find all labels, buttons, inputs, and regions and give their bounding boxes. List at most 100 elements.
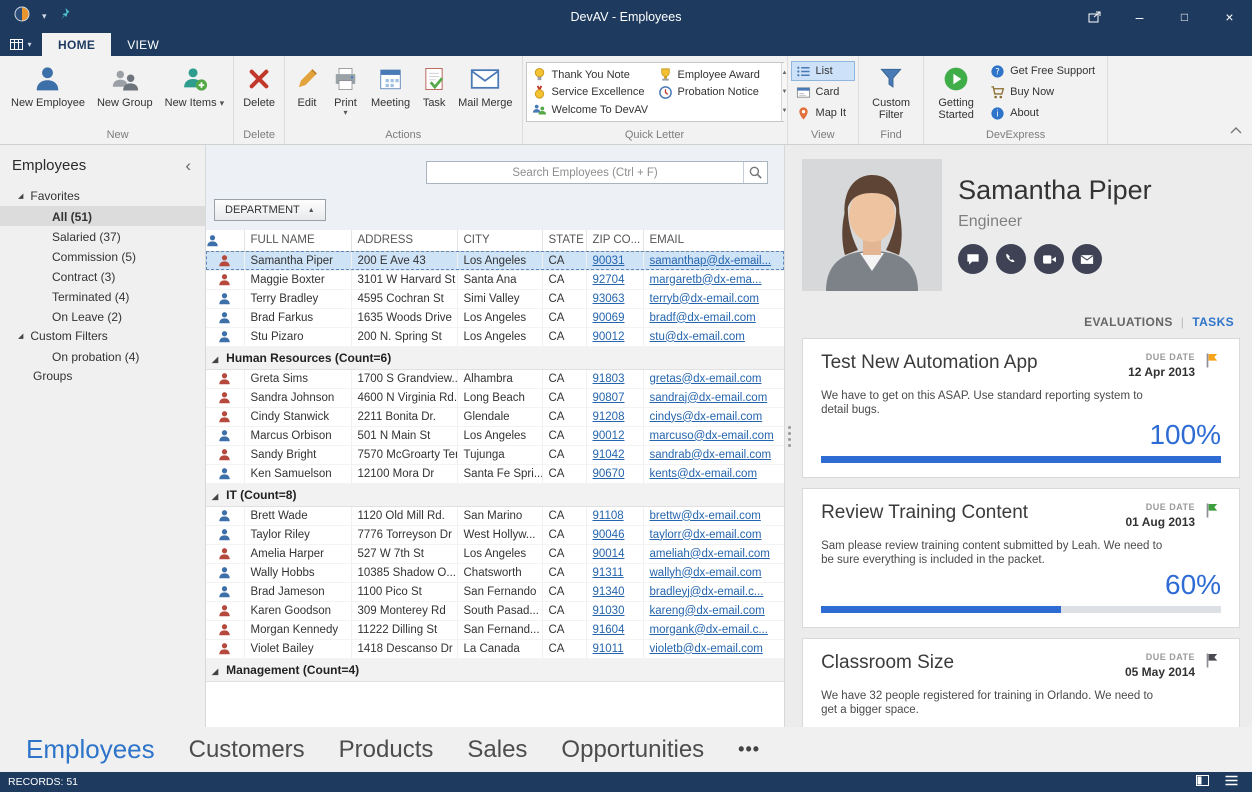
zip-link[interactable]: 91108 — [593, 510, 624, 522]
tab-tasks[interactable]: TASKS — [1192, 315, 1234, 329]
list-view-button[interactable]: List — [791, 61, 856, 81]
column-header-icon[interactable] — [206, 230, 244, 251]
zip-link[interactable]: 91803 — [593, 373, 625, 385]
buy-now-button[interactable]: Buy Now — [985, 82, 1104, 102]
sidebar-item-contract[interactable]: Contract (3) — [0, 266, 205, 286]
table-row[interactable]: Marcus Orbison 501 N Main St Los Angeles… — [206, 426, 784, 445]
collapse-ribbon-button[interactable] — [1230, 121, 1242, 139]
gallery-scrollbar[interactable]: ▲ ▼ ▼ — [781, 63, 788, 121]
table-row[interactable]: Violet Bailey 1418 Descanso Dr La Canada… — [206, 639, 784, 658]
group-row[interactable]: ◢IT (Count=8) — [206, 483, 784, 506]
quick-access-dropdown-icon[interactable]: ▾ — [42, 11, 47, 22]
group-row[interactable]: ◢Human Resources (Count=6) — [206, 346, 784, 369]
tab-view[interactable]: VIEW — [111, 33, 175, 56]
email-link[interactable]: cindys@dx-email.com — [650, 411, 763, 423]
column-header-zip[interactable]: ZIP CO... — [586, 230, 643, 251]
maximize-button[interactable]: □ — [1162, 0, 1207, 33]
column-header-state[interactable]: STATE — [542, 230, 586, 251]
zip-link[interactable]: 90012 — [593, 331, 625, 343]
zip-link[interactable]: 91311 — [593, 567, 624, 579]
email-link[interactable]: taylorr@dx-email.com — [650, 529, 762, 541]
sidebar-item-on-leave[interactable]: On Leave (2) — [0, 306, 205, 326]
email-link[interactable]: bradleyj@dx-email.c... — [650, 586, 764, 598]
table-row[interactable]: Brad Farkus 1635 Woods Drive Los Angeles… — [206, 308, 784, 327]
table-row[interactable]: Amelia Harper 527 W 7th St Los Angeles C… — [206, 544, 784, 563]
layout-toggle-icon[interactable] — [1196, 775, 1209, 789]
sidebar-item-all[interactable]: All (51) — [0, 206, 205, 226]
video-call-button[interactable] — [1034, 244, 1064, 274]
app-logo-icon[interactable] — [14, 6, 30, 27]
email-link[interactable]: stu@dx-email.com — [650, 331, 745, 343]
sidebar-item-terminated[interactable]: Terminated (4) — [0, 286, 205, 306]
email-link[interactable]: bradf@dx-email.com — [650, 312, 756, 324]
nav-products[interactable]: Products — [339, 736, 434, 764]
call-button[interactable] — [996, 244, 1026, 274]
table-row[interactable]: Samantha Piper 200 E Ave 43 Los Angeles … — [206, 251, 784, 270]
task-button[interactable]: Task — [416, 58, 452, 124]
email-link[interactable]: kents@dx-email.com — [650, 468, 758, 480]
column-header-full-name[interactable]: FULL NAME — [244, 230, 351, 251]
pin-icon[interactable] — [59, 7, 72, 26]
table-row[interactable]: Ken Samuelson 12100 Mora Dr Santa Fe Spr… — [206, 464, 784, 483]
table-row[interactable]: Cindy Stanwick 2211 Bonita Dr. Glendale … — [206, 407, 784, 426]
column-header-email[interactable]: EMAIL — [643, 230, 784, 251]
table-row[interactable]: Stu Pizaro 200 N. Spring St Los Angeles … — [206, 327, 784, 346]
email-link[interactable]: gretas@dx-email.com — [650, 373, 762, 385]
popup-window-icon[interactable] — [1072, 0, 1117, 33]
zip-link[interactable]: 91042 — [593, 449, 625, 461]
quick-letter-probation-notice[interactable]: Probation Notice — [655, 84, 779, 101]
zip-link[interactable]: 91604 — [593, 624, 625, 636]
custom-filter-button[interactable]: Custom Filter — [862, 58, 920, 124]
search-button[interactable] — [743, 162, 767, 183]
email-link[interactable]: sandrab@dx-email.com — [650, 449, 772, 461]
close-button[interactable]: × — [1207, 0, 1252, 33]
nav-opportunities[interactable]: Opportunities — [561, 736, 704, 764]
nav-overflow-button[interactable]: ••• — [738, 739, 760, 760]
zip-link[interactable]: 90069 — [593, 312, 625, 324]
zip-link[interactable]: 91011 — [593, 643, 624, 655]
zip-link[interactable]: 90046 — [593, 529, 625, 541]
map-it-button[interactable]: Map It — [791, 103, 856, 123]
sidebar-item-commission[interactable]: Commission (5) — [0, 246, 205, 266]
table-row[interactable]: Brett Wade 1120 Old Mill Rd. San Marino … — [206, 506, 784, 525]
nav-customers[interactable]: Customers — [189, 736, 305, 764]
list-layout-icon[interactable] — [1225, 775, 1238, 789]
email-link[interactable]: sandraj@dx-email.com — [650, 392, 768, 404]
group-by-department-button[interactable]: DEPARTMENT ▲ — [214, 199, 326, 221]
tab-home[interactable]: HOME — [42, 33, 111, 56]
new-items-button[interactable]: New Items ▾ — [159, 58, 231, 124]
table-row[interactable]: Greta Sims 1700 S Grandview... Alhambra … — [206, 369, 784, 388]
search-input[interactable] — [427, 162, 743, 183]
table-row[interactable]: Terry Bradley 4595 Cochran St Simi Valle… — [206, 289, 784, 308]
zip-link[interactable]: 90014 — [593, 548, 625, 560]
nav-sales[interactable]: Sales — [467, 736, 527, 764]
email-link[interactable]: morgank@dx-email.c... — [650, 624, 768, 636]
table-row[interactable]: Taylor Riley 7776 Torreyson Dr West Holl… — [206, 525, 784, 544]
email-link[interactable]: brettw@dx-email.com — [650, 510, 761, 522]
get-free-support-button[interactable]: ? Get Free Support — [985, 61, 1104, 81]
tree-node-groups[interactable]: Groups — [0, 366, 205, 386]
panel-splitter[interactable] — [785, 145, 794, 727]
quick-letter-thank-you-note[interactable]: Thank You Note — [529, 66, 653, 83]
table-row[interactable]: Brad Jameson 1100 Pico St San Fernando C… — [206, 582, 784, 601]
sidebar-item-salaried[interactable]: Salaried (37) — [0, 226, 205, 246]
card-view-button[interactable]: Card — [791, 82, 856, 102]
getting-started-button[interactable]: Getting Started — [927, 58, 985, 124]
quick-letter-service-excellence[interactable]: Service Excellence — [529, 84, 653, 101]
email-link[interactable]: wallyh@dx-email.com — [650, 567, 762, 579]
about-button[interactable]: i About — [985, 103, 1104, 123]
email-link[interactable]: terryb@dx-email.com — [650, 293, 759, 305]
zip-link[interactable]: 92704 — [593, 274, 625, 286]
email-button[interactable] — [1072, 244, 1102, 274]
email-link[interactable]: ameliah@dx-email.com — [650, 548, 770, 560]
tree-node-favorites[interactable]: ◢ Favorites — [0, 186, 205, 206]
zip-link[interactable]: 90031 — [593, 255, 625, 267]
message-button[interactable] — [958, 244, 988, 274]
zip-link[interactable]: 93063 — [593, 293, 625, 305]
tab-evaluations[interactable]: EVALUATIONS — [1084, 315, 1173, 329]
table-row[interactable]: Morgan Kennedy 11222 Dilling St San Fern… — [206, 620, 784, 639]
zip-link[interactable]: 90670 — [593, 468, 625, 480]
email-link[interactable]: kareng@dx-email.com — [650, 605, 765, 617]
nav-employees[interactable]: Employees — [26, 734, 155, 765]
edit-button[interactable]: Edit — [288, 58, 326, 124]
